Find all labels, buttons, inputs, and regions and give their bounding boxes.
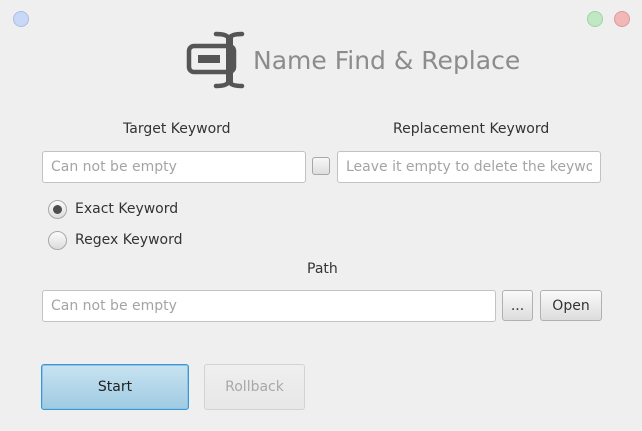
start-button[interactable]: Start	[41, 364, 189, 410]
rollback-button[interactable]: Rollback	[204, 364, 305, 410]
replacement-keyword-input[interactable]	[337, 151, 601, 183]
browse-button[interactable]: ...	[502, 290, 533, 321]
path-input[interactable]	[42, 290, 496, 322]
window-dot-green[interactable]	[587, 11, 603, 27]
target-keyword-input[interactable]	[42, 151, 306, 183]
window-dot-red[interactable]	[614, 11, 630, 27]
rename-cursor-icon	[186, 31, 245, 89]
replacement-keyword-label: Replacement Keyword	[393, 121, 550, 137]
replacement-checkbox[interactable]	[312, 157, 330, 175]
app-header: Name Find & Replace	[186, 30, 520, 90]
exact-keyword-label: Exact Keyword	[75, 201, 179, 217]
regex-keyword-label: Regex Keyword	[75, 232, 183, 248]
path-label: Path	[307, 261, 338, 277]
radio-button[interactable]	[48, 230, 67, 250]
exact-keyword-radio[interactable]: Exact Keyword	[48, 198, 178, 220]
app-title: Name Find & Replace	[253, 45, 521, 75]
regex-keyword-radio[interactable]: Regex Keyword	[48, 229, 183, 251]
radio-button-selected[interactable]	[48, 199, 67, 219]
target-keyword-label: Target Keyword	[123, 121, 231, 137]
open-button[interactable]: Open	[540, 290, 602, 321]
window-dot-blue[interactable]	[13, 11, 29, 27]
radio-selected-dot	[53, 204, 62, 214]
